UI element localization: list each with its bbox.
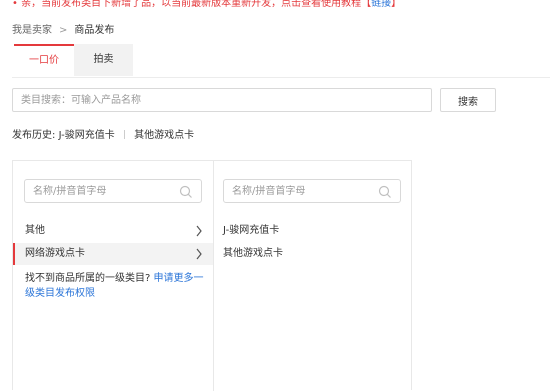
level1-item-label: 网络游戏点卡 <box>25 248 85 259</box>
notice-message: • 亲，当前发布类目下新增了品，以当前最新版本重新开发，点击查看使用教程【 <box>12 0 372 9</box>
category-panels: 其他 网络游戏点卡 找不到商品所属的一级类目? 申请更多一级类目发布权限 J-骏… <box>12 160 412 391</box>
history-label: 发布历史: <box>12 130 56 141</box>
chevron-right-icon <box>196 225 202 237</box>
category-search-button[interactable]: 搜索 <box>440 88 496 112</box>
category-search-input[interactable] <box>12 88 432 112</box>
level1-item-label: 其他 <box>25 225 45 236</box>
notice-text: • 亲，当前发布类目下新增了品，以当前最新版本重新开发，点击查看使用教程【链接】 <box>12 0 401 9</box>
history-item-junwang[interactable]: J-骏网充值卡 <box>59 130 115 141</box>
level2-search-input[interactable] <box>224 180 390 202</box>
history-item-other-game-card[interactable]: 其他游戏点卡 <box>134 130 194 141</box>
history-divider <box>123 130 125 139</box>
tab-auction[interactable]: 拍卖 <box>74 44 133 76</box>
search-icon[interactable] <box>378 185 392 199</box>
notice-bar: • 亲，当前发布类目下新增了品，以当前最新版本重新开发，点击查看使用教程【链接】 <box>0 0 550 9</box>
search-icon[interactable] <box>179 185 193 199</box>
level1-item-other[interactable]: 其他 <box>13 220 213 242</box>
breadcrumb: 我是卖家 > 商品发布 <box>12 24 114 38</box>
notice-link[interactable]: 链接 <box>371 0 391 9</box>
breadcrumb-seller[interactable]: 我是卖家 <box>12 25 52 36</box>
chevron-right-icon <box>196 248 202 260</box>
category-help: 找不到商品所属的一级类目? 申请更多一级类目发布权限 <box>25 271 205 301</box>
level2-search-box <box>223 179 401 203</box>
level1-search-box <box>24 179 202 203</box>
panel-divider <box>213 161 214 391</box>
breadcrumb-current: 商品发布 <box>74 25 115 36</box>
level2-item-other-game-card[interactable]: 其他游戏点卡 <box>223 243 283 265</box>
chevron-right-icon: > <box>59 25 68 36</box>
help-text: 找不到商品所属的一级类目? <box>25 273 151 284</box>
publish-history: 发布历史: J-骏网充值卡 其他游戏点卡 <box>12 129 194 143</box>
level1-search-input[interactable] <box>25 180 191 202</box>
level2-item-junwang-card[interactable]: J-骏网充值卡 <box>223 220 279 242</box>
level1-item-online-game-card[interactable]: 网络游戏点卡 <box>13 243 213 265</box>
notice-tail: 】 <box>391 0 402 9</box>
tab-fixed-price[interactable]: 一口价 <box>14 44 74 76</box>
tabs-divider <box>12 77 550 78</box>
